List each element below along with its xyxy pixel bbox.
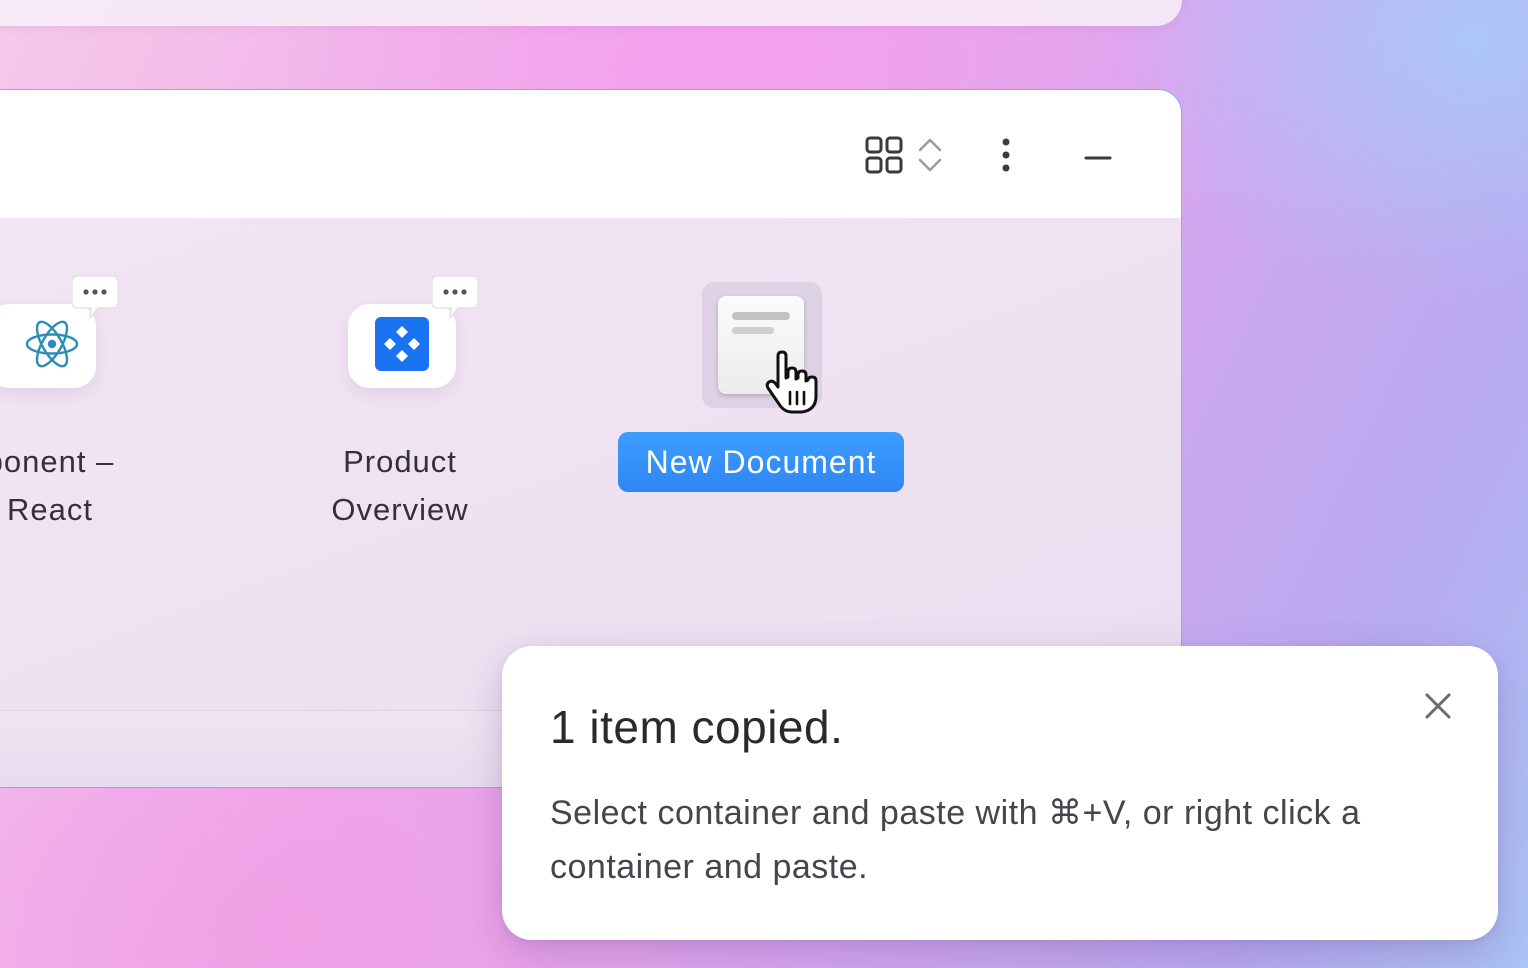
copy-toast: 1 item copied. Select container and past… xyxy=(502,646,1498,940)
toast-close-button[interactable] xyxy=(1418,688,1458,728)
rename-field[interactable]: New Document xyxy=(618,432,904,492)
toast-message: Select container and paste with ⌘+V, or … xyxy=(550,794,1361,886)
more-options-button[interactable] xyxy=(985,134,1027,180)
minimize-button[interactable] xyxy=(1075,134,1121,180)
window-header xyxy=(0,90,1181,219)
top-card xyxy=(0,0,1182,26)
view-toggle-button[interactable] xyxy=(859,134,949,180)
component-diamond-icon xyxy=(375,316,429,376)
toast-title: 1 item copied. xyxy=(550,701,844,753)
chevron-updown-icon xyxy=(917,136,943,179)
file-item-label: Product Overview xyxy=(331,444,469,527)
minus-icon xyxy=(1084,148,1112,166)
file-item-label: ponent – React xyxy=(0,444,115,527)
hand-pointer-icon xyxy=(762,350,826,416)
react-icon xyxy=(23,318,81,375)
comment-badge-icon[interactable] xyxy=(431,274,479,320)
more-vertical-icon xyxy=(1001,137,1011,178)
comment-badge-icon[interactable] xyxy=(71,274,119,320)
close-icon xyxy=(1424,692,1452,725)
grid-icon xyxy=(865,136,903,179)
